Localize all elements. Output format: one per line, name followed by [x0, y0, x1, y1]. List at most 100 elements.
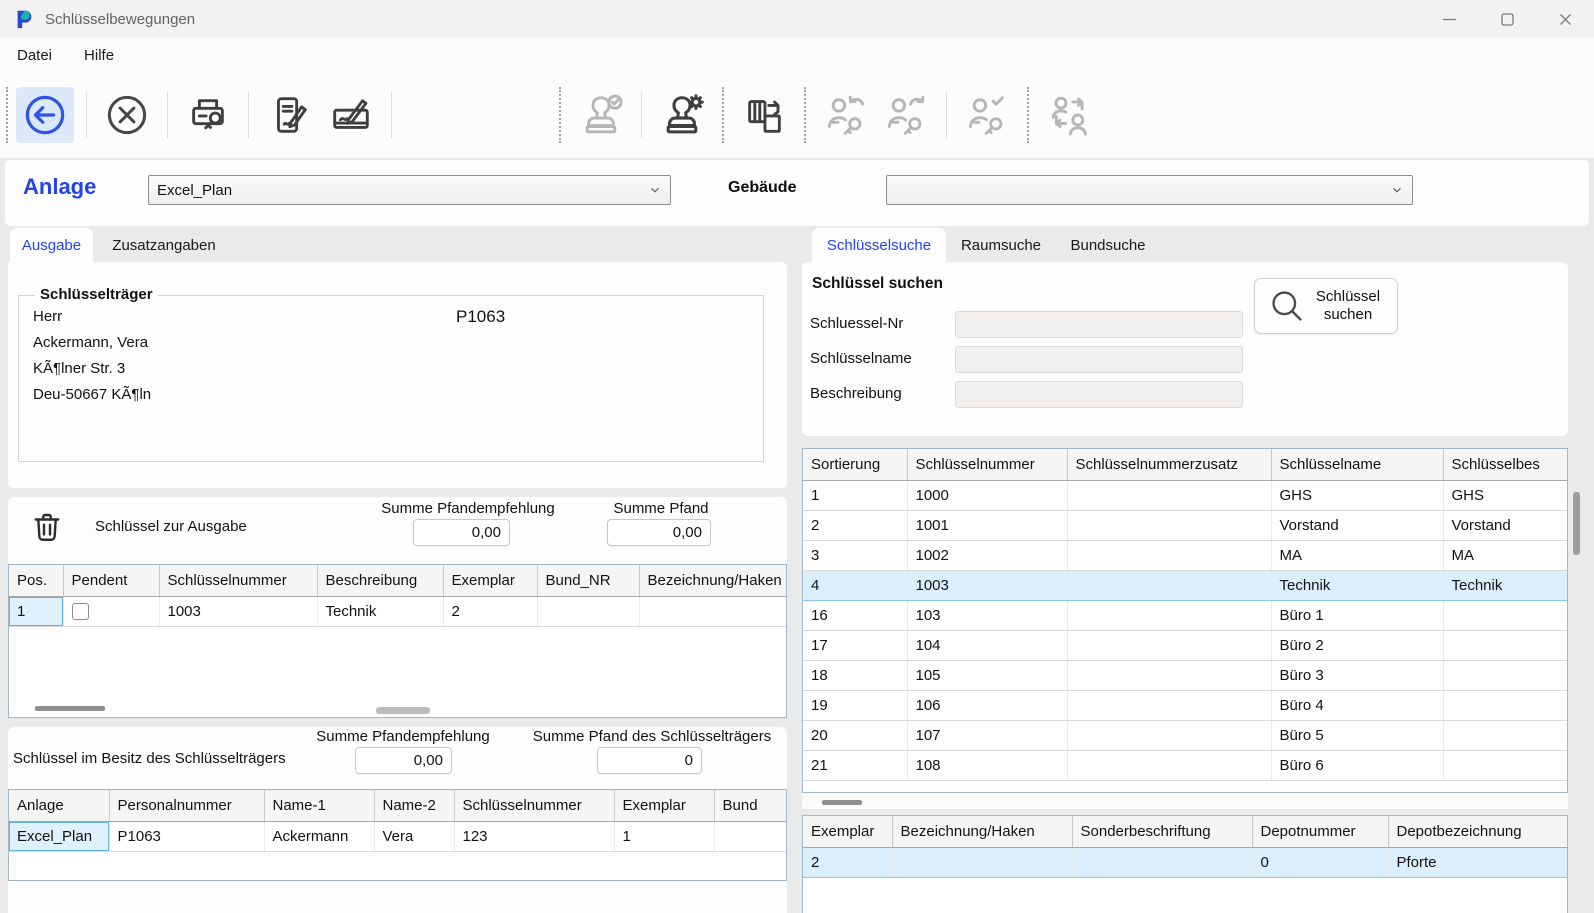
toolbar-grip[interactable]	[6, 87, 8, 143]
tab-zusatzangaben[interactable]: Zusatzangaben	[93, 228, 235, 262]
sum-pfand-field[interactable]: 0,00	[607, 519, 711, 546]
table-cell: 2	[803, 847, 892, 877]
schluessel-nr-input[interactable]	[955, 311, 1243, 338]
table-cell: 105	[907, 660, 1067, 690]
toolbar-separator	[86, 92, 87, 138]
app-logo-icon	[13, 8, 35, 30]
pendent-checkbox[interactable]	[72, 603, 89, 620]
table-row[interactable]: 19106Büro 4	[803, 690, 1568, 720]
table-cell: 103	[907, 600, 1067, 630]
table-cell: Vorstand	[1271, 510, 1443, 540]
table-cell	[1443, 750, 1568, 780]
sign-document-button[interactable]	[261, 87, 317, 143]
schluesselname-input[interactable]	[955, 346, 1243, 373]
keyholder-legend: Schlüsselträger	[35, 286, 158, 303]
tab-raumsuche[interactable]: Raumsuche	[946, 228, 1056, 262]
minimize-button[interactable]	[1420, 0, 1478, 38]
results-grid-vscrollbar[interactable]	[1573, 492, 1580, 555]
table-cell: Ackermann	[264, 821, 374, 851]
poss-sum-pfand-field[interactable]: 0	[597, 747, 702, 774]
table-cell	[1067, 570, 1271, 600]
keyholder-name: Ackermann, Vera	[33, 334, 148, 351]
column-header[interactable]: Bund_NR	[537, 565, 639, 596]
menu-datei[interactable]: Datei	[13, 45, 56, 66]
table-cell: Vorstand	[1443, 510, 1568, 540]
column-header[interactable]: Anlage	[9, 790, 109, 821]
sum-pfandempfehlung-value: 0,00	[472, 524, 501, 541]
column-header[interactable]: Pendent	[63, 565, 159, 596]
column-header[interactable]: Bezeichnung/Haken	[892, 816, 1072, 847]
panel-splitter[interactable]	[376, 707, 430, 714]
issue-grid-hscrollbar[interactable]	[35, 706, 105, 711]
column-header[interactable]: Personalnummer	[109, 790, 264, 821]
back-button[interactable]	[16, 87, 74, 143]
column-header[interactable]: Sonderbeschriftung	[1072, 816, 1252, 847]
column-header[interactable]: Schlüsselnummer	[907, 449, 1067, 480]
delete-button[interactable]	[26, 506, 68, 548]
column-header[interactable]: Schlüsselnummer	[159, 565, 317, 596]
column-header[interactable]: Bund	[714, 790, 786, 821]
column-header[interactable]: Exemplar	[803, 816, 892, 847]
column-header[interactable]: Exemplar	[443, 565, 537, 596]
poss-sum-pfandempfehlung-field[interactable]: 0,00	[355, 747, 452, 774]
column-header[interactable]: Pos.	[9, 565, 63, 596]
column-header[interactable]: Bezeichnung/Haken	[639, 565, 786, 596]
column-header[interactable]: Name-1	[264, 790, 374, 821]
table-row[interactable]: 11000GHSGHS	[803, 480, 1568, 510]
column-header[interactable]: Name-2	[374, 790, 454, 821]
search-keys-button[interactable]: Schlüssel suchen	[1254, 278, 1398, 334]
maximize-button[interactable]	[1478, 0, 1536, 38]
print-key-button[interactable]	[180, 87, 236, 143]
tab-bundsuche[interactable]: Bundsuche	[1056, 228, 1160, 262]
grid-table: SortierungSchlüsselnummerSchlüsselnummer…	[803, 449, 1568, 781]
table-cell: GHS	[1271, 480, 1443, 510]
column-header[interactable]: Exemplar	[614, 790, 714, 821]
table-row[interactable]: 21108Büro 6	[803, 750, 1568, 780]
trash-icon	[29, 509, 65, 545]
table-cell	[1067, 540, 1271, 570]
table-cell: 2	[803, 510, 907, 540]
possession-grid: AnlagePersonalnummerName-1Name-2Schlüsse…	[8, 789, 787, 881]
schluessel-nr-label: Schluessel-Nr	[810, 315, 903, 332]
table-cell: Pforte	[1388, 847, 1568, 877]
column-header[interactable]: Beschreibung	[317, 565, 443, 596]
table-row[interactable]: 20107Büro 5	[803, 720, 1568, 750]
table-cell	[639, 596, 786, 626]
column-header[interactable]: Schlüsselname	[1271, 449, 1443, 480]
column-header[interactable]: Schlüsselbes	[1443, 449, 1568, 480]
anlage-select[interactable]: Excel_Plan	[148, 175, 671, 205]
table-cell	[1443, 690, 1568, 720]
table-row[interactable]: Excel_PlanP1063AckermannVera1231	[9, 821, 786, 851]
menu-hilfe[interactable]: Hilfe	[80, 45, 118, 66]
column-header[interactable]: Depotbezeichnung	[1388, 816, 1568, 847]
tab-ausgabe[interactable]: Ausgabe	[10, 228, 93, 262]
cancel-button[interactable]	[99, 87, 155, 143]
sum-pfandempfehlung-field[interactable]: 0,00	[413, 519, 510, 546]
table-row[interactable]: 31002MAMA	[803, 540, 1568, 570]
table-cell: Büro 2	[1271, 630, 1443, 660]
close-button[interactable]	[1536, 0, 1594, 38]
table-row[interactable]: 16103Büro 1	[803, 600, 1568, 630]
table-row[interactable]: 20Pforte	[803, 847, 1568, 877]
table-row[interactable]: 41003TechnikTechnik	[803, 570, 1568, 600]
table-row[interactable]: 17104Büro 2	[803, 630, 1568, 660]
gebaeude-select[interactable]	[886, 175, 1413, 205]
table-cell: GHS	[1443, 480, 1568, 510]
column-header[interactable]: Schlüsselnummer	[454, 790, 614, 821]
table-row[interactable]: 11003Technik2	[9, 596, 786, 626]
app-window: Schlüsselbewegungen Datei Hilfe	[0, 0, 1594, 913]
table-row[interactable]: 21001VorstandVorstand	[803, 510, 1568, 540]
column-header[interactable]: Sortierung	[803, 449, 907, 480]
copy-swap-button[interactable]	[736, 87, 792, 143]
table-cell: 21	[803, 750, 907, 780]
results-grid-hscrollbar[interactable]	[822, 800, 862, 805]
tab-schluesselsuche[interactable]: Schlüsselsuche	[812, 228, 946, 262]
table-cell: 1003	[907, 570, 1067, 600]
table-row[interactable]: 18105Büro 3	[803, 660, 1568, 690]
column-header[interactable]: Schlüsselnummerzusatz	[1067, 449, 1271, 480]
cancel-icon	[104, 92, 150, 138]
signature-pad-button[interactable]	[323, 87, 379, 143]
column-header[interactable]: Depotnummer	[1252, 816, 1388, 847]
beschreibung-input[interactable]	[955, 381, 1243, 408]
stamp-settings-button[interactable]	[654, 87, 710, 143]
